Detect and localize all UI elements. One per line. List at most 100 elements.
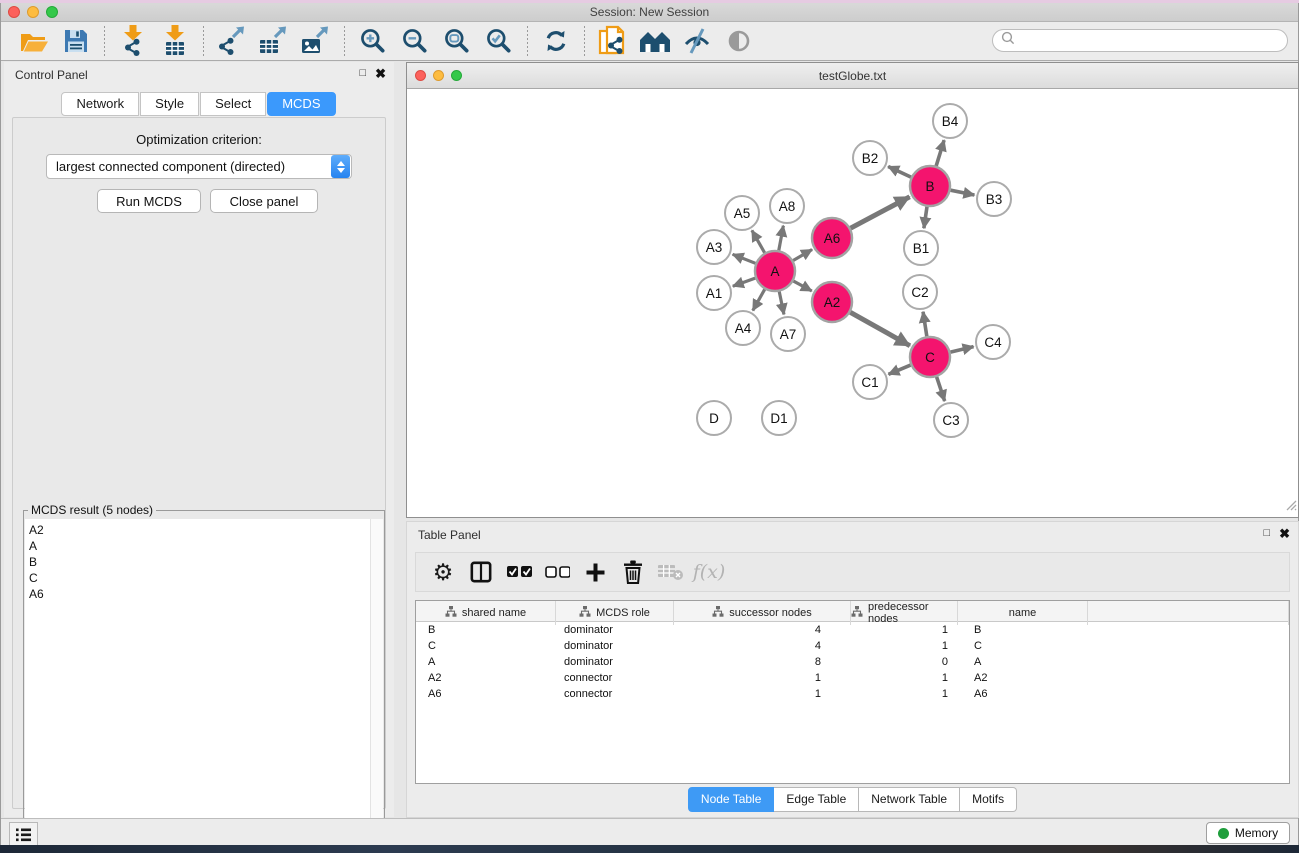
- graph-node-A6[interactable]: A6: [812, 218, 852, 258]
- graph-edge-A-A4[interactable]: [753, 289, 765, 310]
- memory-button[interactable]: Memory: [1206, 822, 1290, 844]
- graph-edge-C-C3[interactable]: [937, 377, 945, 401]
- zoom-fit-icon[interactable]: [439, 24, 475, 58]
- add-row-icon[interactable]: [578, 556, 612, 588]
- graph-edge-C-C2[interactable]: [923, 312, 927, 336]
- resize-grip[interactable]: [1286, 498, 1297, 516]
- zoom-selected-icon[interactable]: [481, 24, 517, 58]
- result-item[interactable]: A6: [29, 586, 370, 602]
- home-icon[interactable]: [637, 24, 673, 58]
- graph-edge-B-B1[interactable]: [924, 207, 927, 228]
- tab-edge-table[interactable]: Edge Table: [774, 787, 859, 812]
- settings-gear-icon[interactable]: ⚙: [426, 556, 460, 588]
- close-table-panel-icon[interactable]: ✖: [1279, 527, 1290, 540]
- graph-node-C3[interactable]: C3: [934, 403, 968, 437]
- task-history-button[interactable]: [9, 822, 38, 847]
- graph-node-C1[interactable]: C1: [853, 365, 887, 399]
- tab-network-table[interactable]: Network Table: [859, 787, 960, 812]
- graph-node-A2[interactable]: A2: [812, 282, 852, 322]
- close-panel-button[interactable]: Close panel: [210, 189, 318, 213]
- result-item[interactable]: C: [29, 570, 370, 586]
- network-graph: B4 B2 B B3 A8 A5 A6 A3 B1 A A1 C2 A2 A4 A7 C4 C C1 D D1 C3: [408, 89, 1297, 517]
- graph-node-D1[interactable]: D1: [762, 401, 796, 435]
- network-minimize-button[interactable]: [433, 70, 444, 81]
- result-scrollbar[interactable]: [370, 519, 383, 850]
- network-zoom-button[interactable]: [451, 70, 462, 81]
- tab-network[interactable]: Network: [61, 92, 139, 116]
- graph-edge-A-A1[interactable]: [733, 278, 755, 286]
- table-row[interactable]: A2connector11A2: [416, 670, 1289, 686]
- search-box[interactable]: [992, 29, 1288, 52]
- zoom-window-button[interactable]: [46, 6, 58, 18]
- show-columns-icon[interactable]: [464, 556, 498, 588]
- graph-edge-C-C1[interactable]: [888, 365, 910, 374]
- graph-node-B1[interactable]: B1: [904, 231, 938, 265]
- graph-node-B[interactable]: B: [910, 166, 950, 206]
- deselect-all-checks-icon[interactable]: [540, 556, 574, 588]
- graph-edge-A-A3[interactable]: [733, 254, 756, 263]
- graph-edge-A-A8[interactable]: [779, 226, 784, 251]
- zoom-in-icon[interactable]: [355, 24, 391, 58]
- graph-edge-A-A6[interactable]: [793, 250, 812, 261]
- tab-select[interactable]: Select: [200, 92, 266, 116]
- table-row[interactable]: A6connector11A6: [416, 686, 1289, 702]
- graph-node-A5[interactable]: A5: [725, 196, 759, 230]
- save-icon[interactable]: [58, 24, 94, 58]
- show-all-icon[interactable]: [721, 24, 757, 58]
- delete-rows-icon[interactable]: [616, 556, 650, 588]
- float-panel-icon[interactable]: □: [359, 68, 366, 79]
- result-item[interactable]: A2: [29, 522, 370, 538]
- table-row[interactable]: Adominator80A: [416, 654, 1289, 670]
- run-mcds-button[interactable]: Run MCDS: [97, 189, 201, 213]
- select-all-checks-icon[interactable]: [502, 556, 536, 588]
- graph-edge-A-A5[interactable]: [752, 230, 765, 252]
- optimization-criterion-select[interactable]: largest connected component (directed): [46, 154, 352, 179]
- graph-node-A3[interactable]: A3: [697, 230, 731, 264]
- tab-motifs[interactable]: Motifs: [960, 787, 1017, 812]
- graph-node-D[interactable]: D: [697, 401, 731, 435]
- graph-edge-B-B3[interactable]: [951, 190, 975, 195]
- graph-edge-C-C4[interactable]: [950, 347, 973, 353]
- new-network-from-selection-icon[interactable]: [595, 24, 631, 58]
- import-table-icon[interactable]: [157, 24, 193, 58]
- network-close-button[interactable]: [415, 70, 426, 81]
- sort-hierarchy-icon: [851, 606, 863, 620]
- tab-style[interactable]: Style: [140, 92, 199, 116]
- graph-edge-A6-B[interactable]: [851, 197, 910, 228]
- graph-edge-B-B4[interactable]: [936, 140, 944, 166]
- result-item[interactable]: A: [29, 538, 370, 554]
- graph-node-A1[interactable]: A1: [697, 276, 731, 310]
- export-table-icon[interactable]: [256, 24, 292, 58]
- tab-node-table[interactable]: Node Table: [688, 787, 775, 812]
- tab-mcds[interactable]: MCDS: [267, 92, 335, 116]
- graph-node-B4[interactable]: B4: [933, 104, 967, 138]
- zoom-out-icon[interactable]: [397, 24, 433, 58]
- graph-node-A4[interactable]: A4: [726, 311, 760, 345]
- open-icon[interactable]: [16, 24, 52, 58]
- minimize-window-button[interactable]: [27, 6, 39, 18]
- table-row[interactable]: Cdominator41C: [416, 638, 1289, 654]
- graph-edge-A-A2[interactable]: [793, 281, 811, 291]
- graph-edge-A-A7[interactable]: [779, 292, 784, 315]
- close-window-button[interactable]: [8, 6, 20, 18]
- export-image-icon[interactable]: [298, 24, 334, 58]
- graph-node-A[interactable]: A: [755, 251, 795, 291]
- result-item[interactable]: B: [29, 554, 370, 570]
- graph-edge-A2-C[interactable]: [850, 312, 910, 345]
- graph-node-A7[interactable]: A7: [771, 317, 805, 351]
- network-view[interactable]: B4 B2 B B3 A8 A5 A6 A3 B1 A A1 C2 A2 A4 A7 C4 C C1 D D1 C3: [408, 89, 1297, 517]
- refresh-icon[interactable]: [538, 24, 574, 58]
- graph-node-C2[interactable]: C2: [903, 275, 937, 309]
- import-network-icon[interactable]: [115, 24, 151, 58]
- close-panel-icon[interactable]: ✖: [375, 67, 386, 80]
- hide-selected-icon[interactable]: [679, 24, 715, 58]
- search-input[interactable]: [1015, 34, 1265, 48]
- graph-node-B3[interactable]: B3: [977, 182, 1011, 216]
- graph-node-A8[interactable]: A8: [770, 189, 804, 223]
- graph-node-C[interactable]: C: [910, 337, 950, 377]
- graph-node-C4[interactable]: C4: [976, 325, 1010, 359]
- graph-edge-B-B2[interactable]: [888, 166, 911, 177]
- graph-node-B2[interactable]: B2: [853, 141, 887, 175]
- float-table-panel-icon[interactable]: □: [1263, 528, 1270, 539]
- export-network-icon[interactable]: [214, 24, 250, 58]
